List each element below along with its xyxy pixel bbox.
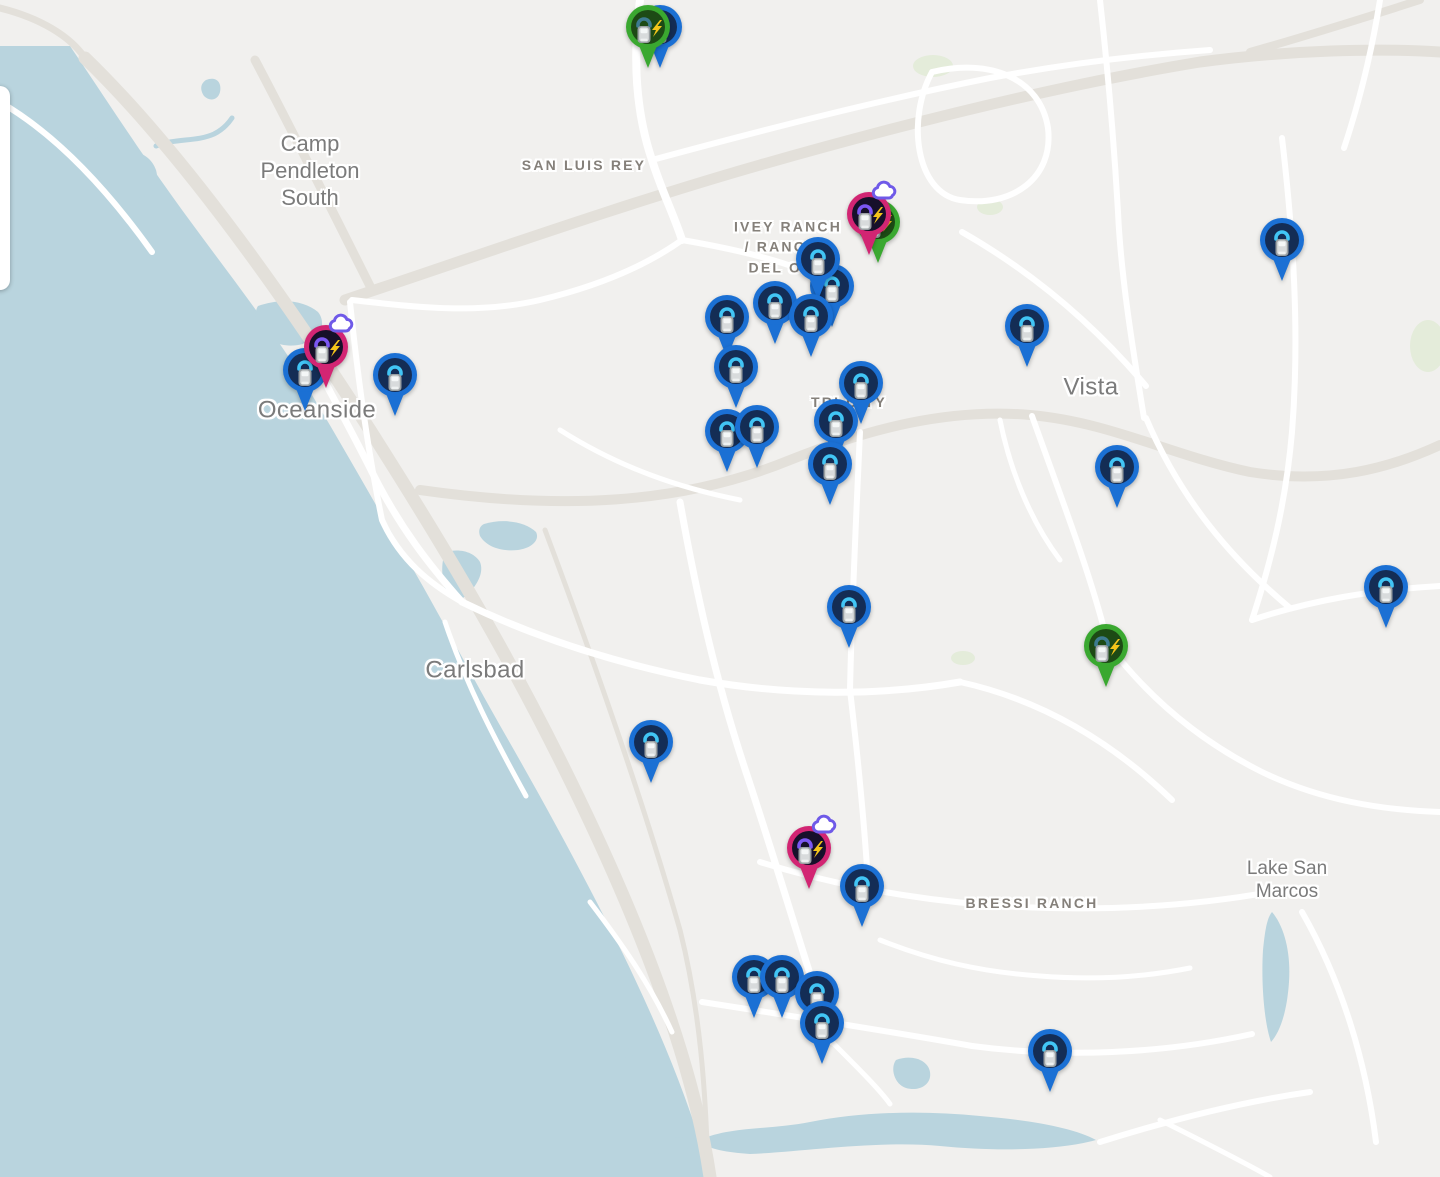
vehicle-pin-blue[interactable] (1258, 217, 1306, 287)
vehicle-pin-blue[interactable] (733, 404, 781, 474)
vehicle-pin-blue[interactable] (838, 863, 886, 933)
vehicle-pin-blue[interactable] (1362, 564, 1410, 634)
vehicle-pin-blue[interactable] (627, 719, 675, 789)
vehicle-pin-blue[interactable] (1026, 1028, 1074, 1098)
map-canvas[interactable]: Camp Pendleton SouthSAN LUIS REYIVEY RAN… (0, 0, 1440, 1177)
vehicle-pin-pink-charging-cloud[interactable] (302, 324, 350, 394)
map-markers-layer (0, 0, 1440, 1177)
vehicle-pin-green-charging[interactable] (1082, 623, 1130, 693)
vehicle-pin-green-charging[interactable] (624, 4, 672, 74)
vehicle-pin-blue[interactable] (798, 1000, 846, 1070)
collapsed-side-panel[interactable] (0, 86, 10, 290)
vehicle-pin-blue[interactable] (787, 293, 835, 363)
vehicle-pin-blue[interactable] (1003, 303, 1051, 373)
vehicle-pin-pink-charging-cloud[interactable] (785, 825, 833, 895)
vehicle-pin-blue[interactable] (371, 352, 419, 422)
vehicle-pin-pink-charging-cloud[interactable] (845, 191, 893, 261)
vehicle-pin-blue[interactable] (806, 441, 854, 511)
vehicle-pin-blue[interactable] (825, 584, 873, 654)
vehicle-pin-blue[interactable] (1093, 444, 1141, 514)
